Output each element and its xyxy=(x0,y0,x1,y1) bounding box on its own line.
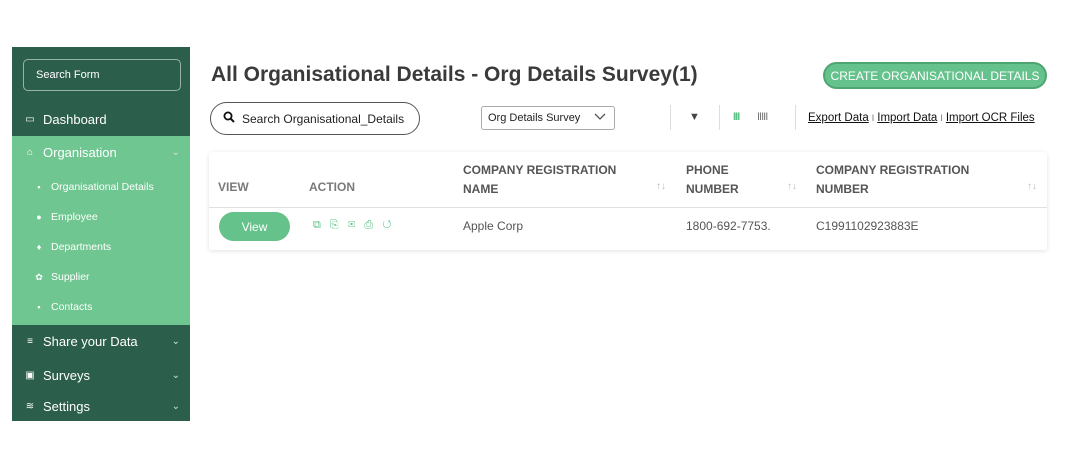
search-label: Search Organisational_Details xyxy=(242,111,405,126)
import-data-link[interactable]: Import Data xyxy=(877,112,937,124)
sidebar-subitem-supplier[interactable]: ✿ Supplier xyxy=(12,262,190,292)
sidebar-submenu-organisation: ▪ Organisational Details ● Employee ♦ De… xyxy=(12,169,190,325)
supplier-icon: ✿ xyxy=(35,271,43,282)
import-ocr-files-link[interactable]: Import OCR Files xyxy=(946,112,1035,124)
column-header-action: ACTION xyxy=(309,180,355,194)
chevron-down-icon: ⌄ xyxy=(171,335,180,347)
sort-icon[interactable]: ↑↓ xyxy=(1027,181,1037,192)
row-view-icon[interactable]: IIIII xyxy=(757,111,768,123)
sidebar-subitem-label: Contacts xyxy=(51,301,93,313)
survey-select[interactable]: Org Details Survey xyxy=(481,106,615,130)
data-links: Export Data I Import Data I Import OCR Files xyxy=(808,112,1035,124)
column-header-line: NUMBER xyxy=(686,182,739,196)
link-separator: I xyxy=(871,113,875,123)
phone-number-cell: 1800-692-7753. xyxy=(686,219,771,233)
sidebar-subitem-label: Organisational Details xyxy=(51,181,154,193)
sidebar-item-dashboard[interactable]: ▭ Dashboard xyxy=(12,103,190,135)
chevron-down-icon: ⌄ xyxy=(171,401,180,412)
column-header-line: NAME xyxy=(463,182,499,196)
sidebar-item-label: Settings xyxy=(43,399,90,414)
document-icon: ▪ xyxy=(37,182,41,192)
row-action-icons[interactable]: ⧉ ⎘ ✉ ⎙ ↺ xyxy=(313,219,395,232)
sidebar-subitem-label: Supplier xyxy=(51,271,90,283)
search-icon xyxy=(223,111,235,126)
contacts-icon: ▪ xyxy=(37,302,41,312)
company-name-cell: Apple Corp xyxy=(463,219,524,233)
sidebar-subitem-employee[interactable]: ● Employee xyxy=(12,202,190,232)
sidebar: Search Form ▭ Dashboard ⌂ Organisation ⌄… xyxy=(12,47,190,421)
column-header-company-name[interactable]: COMPANY REGISTRATION NAME xyxy=(463,161,616,199)
sidebar-subitem-departments[interactable]: ♦ Departments xyxy=(12,232,190,262)
column-header-line: COMPANY REGISTRATION xyxy=(816,163,970,177)
create-organisational-details-button[interactable]: CREATE ORGANISATIONAL DETAILS xyxy=(823,62,1047,89)
column-header-line: COMPANY REGISTRATION xyxy=(463,163,617,177)
sidebar-subitem-label: Departments xyxy=(51,241,112,253)
header-divider xyxy=(209,207,1047,208)
toolbar-divider xyxy=(719,105,720,130)
search-button[interactable]: Search Organisational_Details xyxy=(210,102,420,135)
survey-select-value: Org Details Survey xyxy=(488,112,581,124)
sliders-icon: ≋ xyxy=(25,401,35,412)
column-header-phone-number[interactable]: PHONE NUMBER xyxy=(686,161,739,199)
details-table: VIEW ACTION COMPANY REGISTRATION NAME ↑↓… xyxy=(209,152,1047,250)
registration-number-cell: C1991102923883E xyxy=(816,219,919,233)
sidebar-subitem-contacts[interactable]: ▪ Contacts xyxy=(12,292,190,322)
sidebar-item-label: Dashboard xyxy=(43,111,107,127)
export-data-link[interactable]: Export Data xyxy=(808,112,869,124)
toolbar-divider xyxy=(795,105,796,130)
sidebar-item-settings[interactable]: ≋ Settings ⌄ xyxy=(12,392,190,421)
sort-icon[interactable]: ↑↓ xyxy=(656,181,666,192)
sidebar-subitem-organisational-details[interactable]: ▪ Organisational Details xyxy=(12,172,190,202)
column-header-registration-number[interactable]: COMPANY REGISTRATION NUMBER xyxy=(816,161,969,199)
chevron-down-icon: ⌄ xyxy=(171,147,180,158)
bank-icon: ⌂ xyxy=(26,147,34,158)
chevron-down-icon: ⌄ xyxy=(171,369,180,381)
page-title: All Organisational Details - Org Details… xyxy=(211,63,698,86)
sidebar-item-label: Share your Data xyxy=(43,333,138,349)
sidebar-item-label: Surveys xyxy=(43,367,90,383)
sort-icon[interactable]: ↑↓ xyxy=(787,181,797,192)
sidebar-item-organisation[interactable]: ⌂ Organisation ⌄ xyxy=(12,136,190,169)
column-header-line: NUMBER xyxy=(816,182,869,196)
column-header-view: VIEW xyxy=(218,180,249,194)
chevron-down-icon xyxy=(594,112,606,124)
column-view-icon[interactable]: III xyxy=(733,111,740,123)
sidebar-item-share-your-data[interactable]: ≡ Share your Data ⌄ xyxy=(12,325,190,357)
sidebar-item-label: Organisation xyxy=(43,145,117,160)
clipboard-icon: ▣ xyxy=(25,369,35,381)
dashboard-icon: ▭ xyxy=(25,113,35,125)
link-separator: I xyxy=(940,113,943,123)
column-header-line: PHONE xyxy=(686,163,729,177)
view-button[interactable]: View xyxy=(219,212,290,241)
filter-icon[interactable]: ▼ xyxy=(689,111,700,123)
person-icon: ♦ xyxy=(36,242,42,252)
database-icon: ≡ xyxy=(27,335,33,347)
sidebar-item-surveys[interactable]: ▣ Surveys ⌄ xyxy=(12,359,190,391)
sidebar-subitem-label: Employee xyxy=(51,211,98,223)
toolbar-divider xyxy=(670,105,671,130)
user-icon: ● xyxy=(36,212,42,222)
sidebar-search-form[interactable]: Search Form xyxy=(23,59,181,91)
